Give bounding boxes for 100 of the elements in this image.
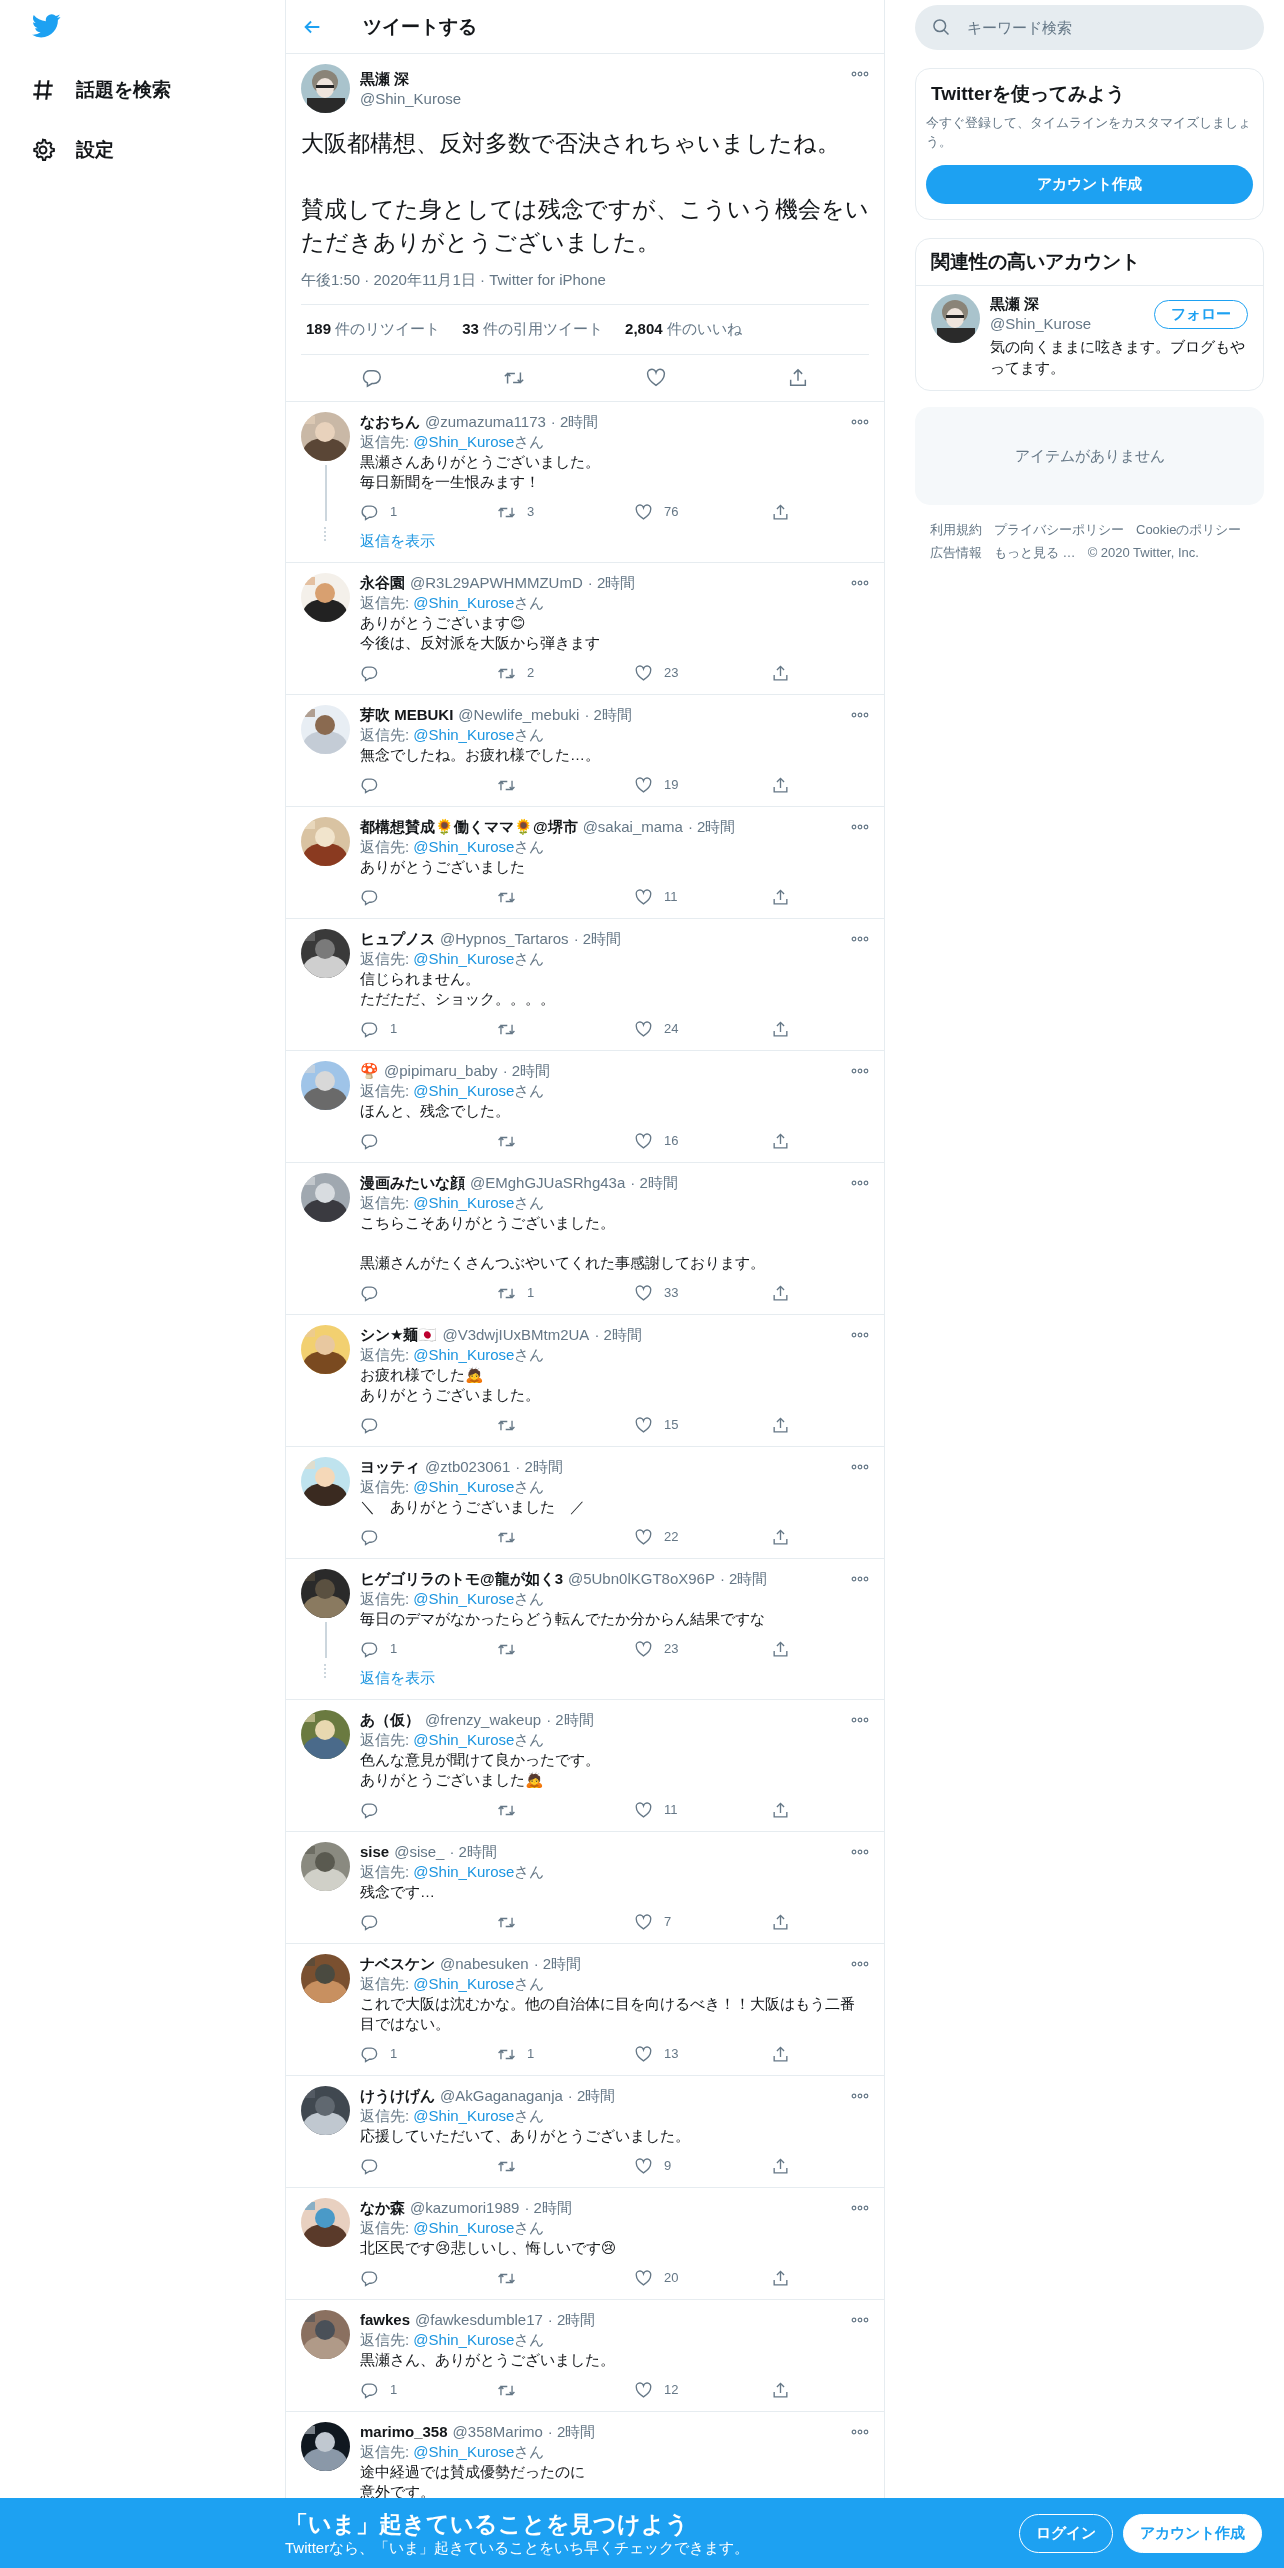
reply-time[interactable]: · 2時間 (719, 1569, 768, 1589)
share-icon[interactable] (771, 2268, 790, 2288)
more-icon[interactable] (851, 580, 869, 586)
user-name[interactable]: ヨッティ (360, 1457, 420, 1477)
heart-icon[interactable] (634, 663, 653, 683)
share-icon[interactable] (771, 2156, 790, 2176)
user-name[interactable]: シン★麺🇯🇵 (360, 1325, 438, 1345)
reply-time[interactable]: · 2時間 (587, 573, 636, 593)
share-icon[interactable] (771, 2044, 790, 2064)
reply-time[interactable]: · 2時間 (546, 1710, 594, 1730)
more-icon[interactable] (851, 2205, 869, 2211)
share-icon[interactable] (771, 1019, 790, 1039)
heart-icon[interactable] (634, 2156, 653, 2176)
share-icon[interactable] (771, 502, 790, 522)
more-icon[interactable] (851, 2093, 869, 2099)
mention-link[interactable]: @Shin_Kurose (413, 594, 515, 611)
heart-icon[interactable] (634, 1800, 653, 1820)
user-name[interactable]: sise (360, 1842, 390, 1862)
share-icon[interactable] (771, 1415, 790, 1435)
mention-link[interactable]: @Shin_Kurose (413, 2219, 515, 2236)
user-handle[interactable]: @fawkesdumble17 (415, 2310, 543, 2330)
reply-time[interactable]: · 2時間 (550, 412, 599, 432)
more-icon[interactable] (851, 1717, 869, 1723)
comment-icon[interactable] (360, 1912, 379, 1932)
stat-link[interactable]: 2,804 件のいいね (625, 320, 742, 339)
comment-icon[interactable] (360, 1639, 379, 1659)
user-name[interactable]: ヒゲゴリラのトモ@龍が如く3 (360, 1569, 563, 1589)
user-handle[interactable]: @ztb023061 (425, 1457, 511, 1477)
reply-time[interactable]: · 2時間 (547, 2422, 596, 2442)
share-icon[interactable] (771, 1131, 790, 1151)
more-icon[interactable] (851, 1464, 869, 1470)
mention-link[interactable]: @Shin_Kurose (413, 1194, 515, 1211)
user-handle[interactable]: @sakai_mama (582, 817, 683, 837)
comment-icon[interactable] (360, 2268, 379, 2288)
user-name[interactable]: 芽吹 MEBUKI (360, 705, 454, 725)
mention-link[interactable]: @Shin_Kurose (413, 1346, 515, 1363)
more-icon[interactable] (851, 71, 869, 77)
user-handle[interactable]: @kazumori1989 (410, 2198, 520, 2218)
heart-icon[interactable] (634, 2044, 653, 2064)
user-handle[interactable]: @V3dwjIUxBMtm2UA (442, 1325, 590, 1345)
mention-link[interactable]: @Shin_Kurose (413, 1863, 515, 1880)
mention-link[interactable]: @Shin_Kurose (413, 2331, 515, 2348)
user-handle[interactable]: @frenzy_wakeup (425, 1710, 542, 1730)
reply-time[interactable]: · 2時間 (630, 1173, 678, 1193)
user-name[interactable]: あ（仮） (360, 1710, 420, 1730)
more-icon[interactable] (851, 1068, 869, 1074)
user-name[interactable]: 永谷園 (360, 573, 405, 593)
share-icon[interactable] (787, 367, 809, 389)
share-icon[interactable] (771, 1800, 790, 1820)
user-name[interactable]: fawkes (360, 2310, 411, 2330)
heart-icon[interactable] (645, 367, 667, 389)
nav-item[interactable]: 設定 (30, 120, 285, 180)
comment-icon[interactable] (360, 1527, 379, 1547)
heart-icon[interactable] (634, 1131, 653, 1151)
heart-icon[interactable] (634, 1019, 653, 1039)
user-name[interactable]: けうけげん (360, 2086, 435, 2106)
comment-icon[interactable] (360, 1283, 379, 1303)
reply-time[interactable]: · 2時間 (567, 2086, 616, 2106)
reply-time[interactable]: · 2時間 (687, 817, 736, 837)
reply-time[interactable]: · 2時間 (594, 1325, 642, 1345)
user-name[interactable]: 🍄 (360, 1061, 379, 1081)
user-name[interactable]: なおちん (360, 412, 420, 432)
reply-time[interactable]: · 2時間 (584, 705, 632, 725)
user-handle[interactable]: @R3L29APWHMMZUmD (410, 573, 583, 593)
more-icon[interactable] (851, 824, 869, 830)
comment-icon[interactable] (360, 2044, 379, 2064)
heart-icon[interactable] (634, 887, 653, 907)
create-account-button[interactable]: アカウント作成 (926, 165, 1253, 204)
heart-icon[interactable] (634, 2268, 653, 2288)
footer-link[interactable]: プライバシーポリシー (994, 520, 1124, 539)
reply-time[interactable]: · 2時間 (524, 2198, 572, 2218)
reply-time[interactable]: · 2時間 (515, 1457, 563, 1477)
user-handle[interactable]: @nabesuken (440, 1954, 529, 1974)
comment-icon[interactable] (360, 887, 379, 907)
user-handle[interactable]: @EMghGJUaSRhg43a (470, 1173, 626, 1193)
comment-icon[interactable] (360, 1800, 379, 1820)
heart-icon[interactable] (634, 1912, 653, 1932)
show-replies-link[interactable]: 返信を表示 (360, 1668, 869, 1688)
share-icon[interactable] (771, 1639, 790, 1659)
heart-icon[interactable] (634, 502, 653, 522)
footer-link[interactable]: 利用規約 (930, 520, 982, 539)
nav-item[interactable]: 話題を検索 (30, 60, 285, 120)
mention-link[interactable]: @Shin_Kurose (413, 1731, 515, 1748)
mention-link[interactable]: @Shin_Kurose (413, 433, 515, 450)
user-name[interactable]: 黒瀬 深 (990, 294, 1092, 314)
footer-link[interactable]: 広告情報 (930, 543, 982, 562)
comment-icon[interactable] (360, 502, 379, 522)
user-handle[interactable]: @5Ubn0lKGT8oX96P (567, 1569, 715, 1589)
reply-time[interactable]: · 2時間 (449, 1842, 497, 1862)
user-handle[interactable]: @AkGaganaganja (440, 2086, 563, 2106)
more-icon[interactable] (851, 2429, 869, 2435)
stat-link[interactable]: 33 件の引用ツイート (462, 320, 604, 339)
user-name[interactable]: ヒュプノス (360, 929, 435, 949)
heart-icon[interactable] (634, 1527, 653, 1547)
comment-icon[interactable] (360, 2156, 379, 2176)
footer-link[interactable]: Cookieのポリシー (1136, 520, 1242, 539)
follow-button[interactable]: フォロー (1154, 299, 1248, 329)
comment-icon[interactable] (360, 1019, 379, 1039)
share-icon[interactable] (771, 1527, 790, 1547)
heart-icon[interactable] (634, 2380, 653, 2400)
